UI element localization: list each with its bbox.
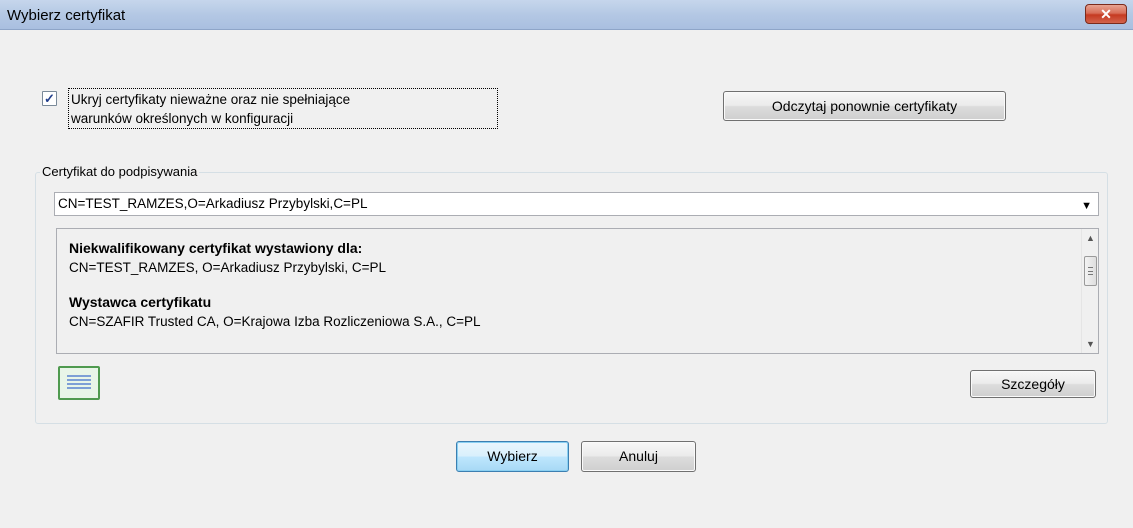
select-button[interactable]: Wybierz — [456, 441, 569, 472]
certificate-select[interactable]: CN=TEST_RAMZES,O=Arkadiusz Przybylski,C=… — [54, 192, 1099, 216]
checkmark-icon: ✓ — [44, 91, 55, 106]
certificate-select-value: CN=TEST_RAMZES,O=Arkadiusz Przybylski,C=… — [58, 196, 368, 211]
scroll-up-arrow-icon[interactable]: ▲ — [1082, 233, 1099, 243]
certificate-group-legend: Certyfikat do podpisywania — [40, 164, 200, 179]
hide-invalid-checkbox[interactable]: ✓ — [42, 91, 57, 106]
scrollbar-thumb[interactable] — [1084, 256, 1097, 286]
close-icon: ✕ — [1100, 6, 1112, 22]
details-button[interactable]: Szczegóły — [970, 370, 1096, 398]
issuer-value: CN=SZAFIR Trusted CA, O=Krajowa Izba Roz… — [69, 314, 481, 329]
hide-invalid-label[interactable]: Ukryj certyfikaty nieważne oraz nie speł… — [68, 88, 498, 129]
issuer-heading: Wystawca certyfikatu — [69, 294, 212, 310]
chevron-down-icon[interactable]: ▼ — [1081, 196, 1092, 217]
certificate-icon — [58, 366, 100, 400]
issued-to-heading: Niekwalifikowany certyfikat wystawiony d… — [69, 240, 363, 256]
certificate-details-box[interactable]: Niekwalifikowany certyfikat wystawiony d… — [56, 228, 1099, 354]
scroll-down-arrow-icon[interactable]: ▼ — [1082, 339, 1099, 349]
cancel-button[interactable]: Anuluj — [581, 441, 696, 472]
details-scrollbar[interactable]: ▲ ▼ — [1081, 229, 1098, 353]
issued-to-value: CN=TEST_RAMZES, O=Arkadiusz Przybylski, … — [69, 260, 386, 275]
certificate-details-text: Niekwalifikowany certyfikat wystawiony d… — [69, 239, 1068, 331]
close-button[interactable]: ✕ — [1085, 4, 1127, 24]
reload-certificates-button[interactable]: Odczytaj ponownie certyfikaty — [723, 91, 1006, 121]
title-bar: Wybierz certyfikat ✕ — [0, 0, 1133, 30]
window-title: Wybierz certyfikat — [7, 7, 126, 24]
